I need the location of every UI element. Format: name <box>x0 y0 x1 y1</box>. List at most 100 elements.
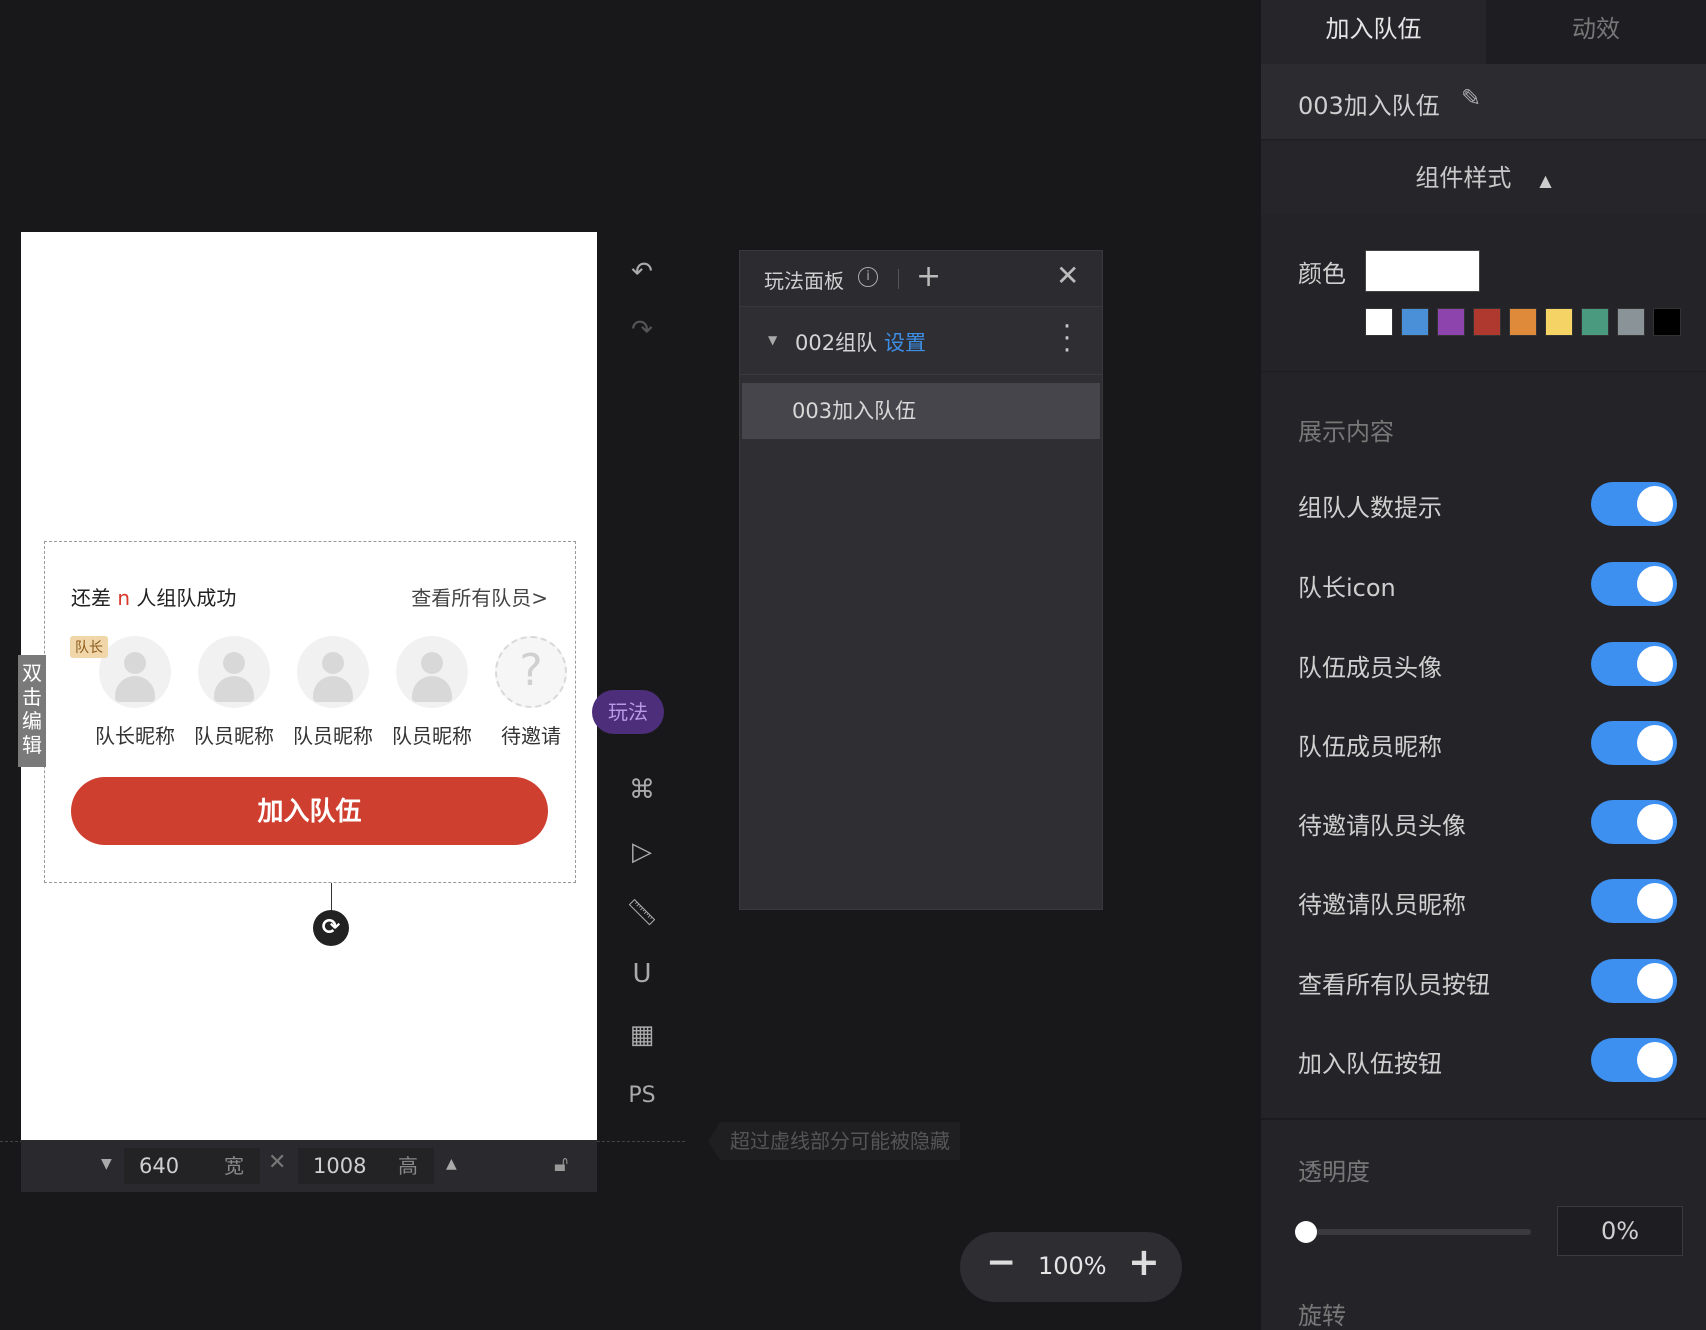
team-tip-suffix: 人组队成功 <box>136 586 237 610</box>
color-swatch[interactable] <box>1437 308 1465 336</box>
toggle-switch[interactable] <box>1591 959 1677 1003</box>
group-setting-link[interactable]: 设置 <box>884 327 926 357</box>
divider <box>1261 1118 1706 1120</box>
color-swatch[interactable] <box>1509 308 1537 336</box>
toggle-row-view-all: 查看所有队员按钮 <box>1261 957 1706 1007</box>
tab-join-team[interactable]: 加入队伍 <box>1261 0 1486 64</box>
opacity-slider-handle[interactable] <box>1295 1221 1317 1243</box>
avatar <box>198 636 270 708</box>
toggle-label: 加入队伍按钮 <box>1298 1050 1442 1078</box>
opacity-slider-track[interactable] <box>1305 1229 1531 1235</box>
caret-down-icon[interactable]: ▼ <box>768 333 777 347</box>
toggle-switch[interactable] <box>1591 482 1677 526</box>
height-field[interactable]: 1008 高 <box>298 1148 434 1184</box>
component-name-row: 003加入队伍 ✎ <box>1261 64 1706 140</box>
ps-button[interactable]: PS <box>620 1076 664 1116</box>
group-name: 002组队 <box>795 331 878 355</box>
captain-tag: 队长 <box>70 636 108 658</box>
toggle-label: 组队人数提示 <box>1298 494 1442 522</box>
component-style-section[interactable]: 组件样式 ▲ <box>1261 142 1706 214</box>
join-team-button[interactable]: 加入队伍 <box>71 777 548 845</box>
play-item-row[interactable]: 003加入队伍 <box>742 383 1100 439</box>
component-name: 003加入队伍 <box>1298 92 1440 120</box>
toggle-row-member-nick: 队伍成员昵称 <box>1261 719 1706 769</box>
phone-canvas[interactable]: 还差 n 人组队成功 查看所有队员> 队长昵称 队员昵称 队员昵称 队员昵称 ?… <box>21 232 597 1140</box>
canvas-size-bar: ▼ 640 宽 ✕ 1008 高 ▲ 🔓︎ <box>21 1140 597 1192</box>
caret-up-icon: ▲ <box>1539 171 1552 190</box>
toggle-label: 待邀请队员昵称 <box>1298 891 1466 919</box>
color-swatch[interactable] <box>1473 308 1501 336</box>
question-mark-icon: ? <box>495 636 567 708</box>
color-picker[interactable] <box>1365 250 1480 292</box>
tab-animation[interactable]: 动效 <box>1486 0 1706 64</box>
color-swatch[interactable] <box>1365 308 1393 336</box>
avatar <box>396 636 468 708</box>
ruler-icon[interactable]: 📏︎ <box>620 893 664 933</box>
zoom-in-icon[interactable]: + <box>1128 1240 1160 1284</box>
toggle-switch[interactable] <box>1591 800 1677 844</box>
avatar <box>99 636 171 708</box>
rotate-label: 旋转 <box>1298 1302 1346 1330</box>
divider <box>898 269 899 289</box>
member-nick: 队员昵称 <box>392 724 472 748</box>
toggle-row-invite-nick: 待邀请队员昵称 <box>1261 877 1706 927</box>
info-icon[interactable]: i <box>858 267 878 287</box>
toggle-switch[interactable] <box>1591 642 1677 686</box>
play-panel-title: 玩法面板 <box>764 269 844 293</box>
grid-icon[interactable]: ▦ <box>620 1015 664 1055</box>
magnet-icon[interactable]: U <box>620 954 664 994</box>
opacity-label: 透明度 <box>1298 1158 1370 1186</box>
view-all-members-link[interactable]: 查看所有队员> <box>411 582 548 611</box>
toggle-row-captain-icon: 队长icon <box>1261 560 1706 610</box>
property-tabs: 加入队伍 动效 <box>1261 0 1706 64</box>
toggle-switch[interactable] <box>1591 562 1677 606</box>
double-click-edit-tag[interactable]: 双击编辑 <box>18 655 46 767</box>
width-unit: 宽 <box>224 1154 244 1178</box>
zoom-control: − 100% + <box>960 1232 1182 1302</box>
play-mode-badge[interactable]: 玩法 <box>592 690 664 734</box>
avatar <box>297 636 369 708</box>
caret-up-icon[interactable]: ▲ <box>446 1156 457 1172</box>
toggle-label: 查看所有队员按钮 <box>1298 971 1490 999</box>
opacity-input[interactable]: 0% <box>1557 1206 1683 1256</box>
toggle-row-team-count: 组队人数提示 <box>1261 480 1706 530</box>
display-content-label: 展示内容 <box>1298 418 1394 446</box>
color-swatch[interactable] <box>1653 308 1681 336</box>
play-icon[interactable]: ▷ <box>620 832 664 872</box>
member-invite: ? 待邀请 <box>481 636 581 749</box>
member-item: 队员昵称 <box>184 636 284 749</box>
color-swatch[interactable] <box>1581 308 1609 336</box>
plus-icon[interactable]: + <box>916 259 941 294</box>
width-value: 640 <box>139 1154 180 1178</box>
team-tip-n: n <box>117 586 131 610</box>
zoom-value: 100% <box>1038 1252 1107 1280</box>
toggle-label: 队伍成员头像 <box>1298 654 1442 682</box>
play-panel: 玩法面板 i + ✕ ▼ 002组队 设置 · · · 003加入队伍 <box>739 250 1103 910</box>
command-icon[interactable]: ⌘ <box>620 770 664 810</box>
caret-down-icon[interactable]: ▼ <box>101 1156 112 1172</box>
more-vertical-icon[interactable]: · · · <box>1062 314 1072 364</box>
member-nick: 队长昵称 <box>95 724 175 748</box>
color-swatch[interactable] <box>1545 308 1573 336</box>
color-swatch[interactable] <box>1401 308 1429 336</box>
toggle-switch[interactable] <box>1591 721 1677 765</box>
toggle-label: 待邀请队员头像 <box>1298 812 1466 840</box>
width-field[interactable]: 640 宽 <box>124 1148 260 1184</box>
color-label: 颜色 <box>1298 260 1346 288</box>
undo-icon[interactable]: ↶ <box>620 252 664 292</box>
rotate-icon[interactable]: ⟳ <box>313 910 349 946</box>
toggle-switch[interactable] <box>1591 879 1677 923</box>
unlock-icon[interactable]: 🔓︎ <box>554 1152 568 1177</box>
member-item: 队员昵称 <box>382 636 482 749</box>
color-swatch[interactable] <box>1617 308 1645 336</box>
zoom-out-icon[interactable]: − <box>986 1242 1016 1283</box>
toggle-switch[interactable] <box>1591 1038 1677 1082</box>
edit-pencil-icon[interactable]: ✎ <box>1461 84 1481 112</box>
section-title: 组件样式 <box>1415 164 1512 192</box>
rotate-connector <box>331 883 332 913</box>
play-group-row[interactable]: ▼ 002组队 设置 · · · <box>740 307 1102 375</box>
team-tip-prefix: 还差 <box>71 586 111 610</box>
height-unit: 高 <box>398 1154 418 1178</box>
close-icon[interactable]: ✕ <box>1056 259 1079 292</box>
redo-icon[interactable]: ↷ <box>620 310 664 350</box>
